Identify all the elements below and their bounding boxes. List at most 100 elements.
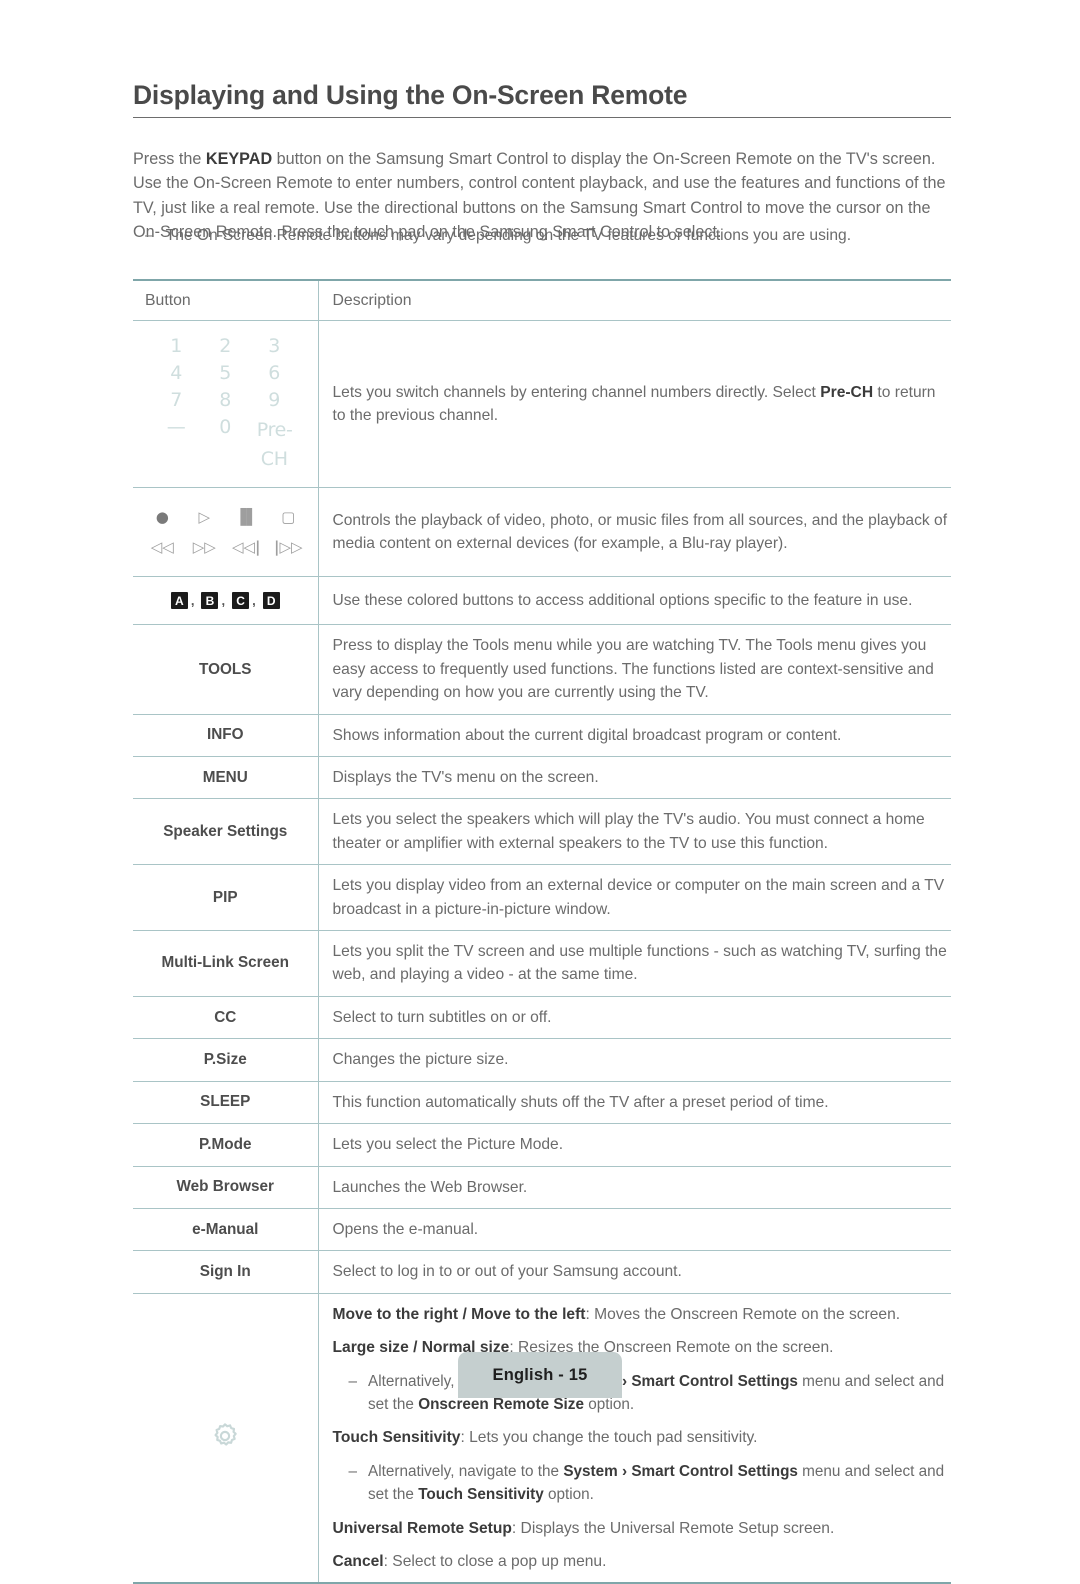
- table-row: ● ▷ ▐▌ ▢ ◁◁ ▷▷ ◁◁| |▷▷ Controls the play…: [133, 487, 951, 577]
- color-button-b-icon: B: [201, 592, 219, 610]
- table-row: P.Mode Lets you select the Picture Mode.: [133, 1123, 951, 1166]
- color-button-d-icon: D: [262, 592, 280, 610]
- cell-description: Select to log in to or out of your Samsu…: [318, 1250, 951, 1294]
- cell-description: Press to display the Tools menu while yo…: [318, 624, 951, 715]
- desc-text-pre: Controls the playback of video, photo, o…: [332, 512, 948, 553]
- sub2-bold-smart-control-settings: Smart Control Settings: [631, 1462, 798, 1480]
- cell-description: Lets you display video from an external …: [318, 864, 951, 931]
- key-0-icon: 0: [219, 416, 232, 439]
- settings-line-universal-remote: Universal Remote Setup: Displays the Uni…: [333, 1517, 952, 1540]
- table-row-settings: Move to the right / Move to the left: Mo…: [133, 1292, 952, 1584]
- cell-description: This function automatically shuts off th…: [318, 1080, 951, 1124]
- key-9-icon: 9: [268, 389, 281, 412]
- color-button-c-icon: C: [232, 592, 250, 610]
- header-cell-button: Button: [133, 279, 319, 321]
- table-row: Multi-Link Screen Lets you split the TV …: [133, 930, 951, 997]
- settings-move-rest: : Moves the Onscreen Remote on the scree…: [585, 1305, 901, 1323]
- key-5-icon: 5: [219, 362, 232, 385]
- table-row: P.Size Changes the picture size.: [133, 1038, 951, 1082]
- sub2-bold-system: System: [563, 1462, 618, 1480]
- sub2-pre: Alternatively, navigate to the: [368, 1462, 564, 1480]
- previous-track-icon: ◁◁|: [231, 538, 261, 557]
- page-footer-badge: English - 15: [458, 1352, 622, 1398]
- next-track-icon: |▷▷: [273, 538, 303, 557]
- cell-button-label: SLEEP: [133, 1080, 319, 1124]
- cell-button-label: Speaker Settings: [133, 798, 319, 865]
- table-row: A, B, C, D Use these colored buttons to …: [133, 576, 951, 625]
- cell-description: Use these colored buttons to access addi…: [318, 576, 951, 625]
- cell-button-label: P.Mode: [133, 1123, 319, 1166]
- cell-gear-icon: [133, 1292, 319, 1584]
- desc-text-pre: Use these colored buttons to access addi…: [332, 592, 913, 610]
- cell-button-label: e-Manual: [133, 1207, 319, 1251]
- sub2-separator: ›: [617, 1462, 632, 1480]
- table-row: TOOLS Press to display the Tools menu wh…: [133, 624, 951, 715]
- cell-button-label: PIP: [133, 864, 319, 931]
- key-2-icon: 2: [219, 335, 232, 358]
- key-7-icon: 7: [170, 389, 183, 412]
- numeric-keypad-icon-group: 1 2 3 4 5 6 7 8 9 — 0 Pre- CH: [141, 330, 310, 478]
- sub2-bold-touch-sensitivity: Touch Sensitivity: [418, 1486, 544, 1504]
- sub-dash-marker: –: [348, 1462, 358, 1480]
- table-row: SLEEP This function automatically shuts …: [133, 1080, 951, 1124]
- key-4-icon: 4: [170, 362, 183, 385]
- sub-note-body: Alternatively, navigate to the System › …: [368, 1370, 951, 1417]
- cell-description: Lets you split the TV screen and use mul…: [318, 930, 951, 997]
- cell-description: Lets you select the speakers which will …: [318, 798, 951, 865]
- settings-line-move: Move to the right / Move to the left: Mo…: [333, 1303, 952, 1326]
- settings-touch-rest: : Lets you change the touch pad sensitiv…: [460, 1429, 758, 1447]
- desc-text-bold: Pre-CH: [820, 384, 874, 401]
- settings-sub-note-size: – Alternatively, navigate to the System …: [333, 1370, 952, 1417]
- settings-line-size: Large size / Normal size: Resizes the On…: [333, 1336, 952, 1359]
- gear-icon: [210, 1421, 240, 1451]
- cell-description: Changes the picture size.: [318, 1038, 951, 1082]
- settings-cancel-rest: : Select to close a pop up menu.: [383, 1552, 607, 1570]
- cell-description: Controls the playback of video, photo, o…: [318, 487, 951, 577]
- color-sep-3: ,: [252, 593, 256, 609]
- playback-icon-group: ● ▷ ▐▌ ▢ ◁◁ ▷▷ ◁◁| |▷▷: [141, 497, 310, 567]
- stop-icon: ▢: [281, 508, 296, 527]
- key-3-icon: 3: [268, 335, 281, 358]
- color-button-a-icon: A: [170, 592, 188, 610]
- sub1-bold-onscreen-remote-size: Onscreen Remote Size: [418, 1395, 584, 1413]
- cell-color-buttons: A, B, C, D: [133, 576, 319, 625]
- cell-button-label: MENU: [133, 756, 319, 799]
- table-row: MENU Displays the TV's menu on the scree…: [133, 756, 951, 799]
- table-row: Speaker Settings Lets you select the spe…: [133, 798, 951, 865]
- cell-description: Select to turn subtitles on or off.: [318, 995, 951, 1039]
- color-sep-1: ,: [190, 593, 195, 609]
- manual-page: Displaying and Using the On-Screen Remot…: [0, 0, 1080, 1584]
- settings-touch-bold: Touch Sensitivity: [332, 1429, 461, 1447]
- settings-cancel-bold: Cancel: [332, 1552, 384, 1570]
- cell-button-label: CC: [133, 995, 319, 1039]
- intro-text-before-keypad: Press the: [133, 150, 206, 169]
- cell-description: Displays the TV's menu on the screen.: [318, 756, 951, 799]
- table-row: CC Select to turn subtitles on or off.: [133, 995, 951, 1039]
- table-row: INFO Shows information about the current…: [133, 713, 951, 757]
- record-icon: ●: [155, 508, 169, 527]
- pause-icon: ▐▌: [234, 508, 258, 527]
- note-dash-marker: –: [145, 227, 154, 244]
- key-dash-icon: —: [166, 416, 186, 439]
- cell-description: Opens the e-manual.: [318, 1207, 951, 1251]
- table-row: Web Browser Launches the Web Browser.: [133, 1165, 951, 1209]
- fast-forward-icon: ▷▷: [192, 538, 216, 557]
- cell-settings-description: Move to the right / Move to the left: Mo…: [318, 1292, 952, 1584]
- settings-universal-bold: Universal Remote Setup: [332, 1519, 512, 1537]
- play-icon: ▷: [198, 508, 211, 527]
- keypad-keyword: KEYPAD: [205, 150, 273, 169]
- key-6-icon: 6: [268, 362, 281, 385]
- table-row: e-Manual Opens the e-manual.: [133, 1207, 951, 1251]
- key-8-icon: 8: [219, 389, 232, 412]
- sub1-bold-smart-control-settings: Smart Control Settings: [631, 1372, 798, 1390]
- table-row: Sign In Select to log in to or out of yo…: [133, 1250, 951, 1294]
- key-prech-icon: Pre- CH: [256, 417, 293, 470]
- sub-note-body: Alternatively, navigate to the System › …: [368, 1460, 951, 1507]
- settings-universal-rest: : Displays the Universal Remote Setup sc…: [511, 1519, 835, 1537]
- prech-line-1: Pre-: [256, 419, 293, 442]
- intro-note: – The On-Screen Remote buttons may vary …: [145, 224, 953, 247]
- sub1-post: option.: [583, 1395, 635, 1413]
- sub2-post: option.: [543, 1486, 594, 1504]
- note-text: The On-Screen Remote buttons may vary de…: [165, 227, 852, 244]
- header-cell-description: Description: [318, 279, 951, 321]
